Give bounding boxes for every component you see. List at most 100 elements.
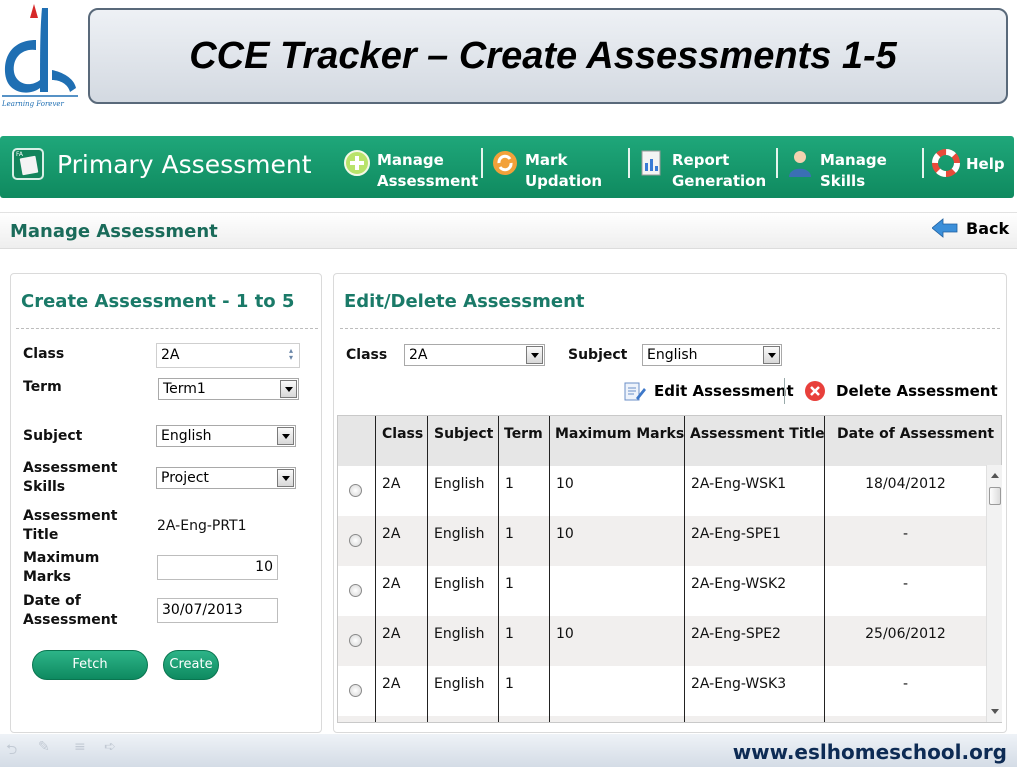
nav-label: Report Generation [672,151,767,190]
next-slide-icon[interactable]: ➪ [104,739,116,755]
chevron-down-icon[interactable] [277,469,294,487]
delete-assessment-button[interactable]: Delete Assessment [804,380,998,402]
footer-url[interactable]: www.eslhomeschool.org [733,740,1007,764]
chevron-down-icon[interactable] [526,346,543,364]
plus-circle-icon [344,150,370,176]
nav-report-generation[interactable]: Report Generation [638,150,767,192]
assessment-skills-select[interactable]: Project [156,467,296,489]
fetch-assessment-button[interactable]: Fetch Assessment [32,650,148,700]
back-button[interactable]: Back [932,218,1009,238]
maximum-marks-label: Maximum Marks [23,550,100,585]
table-row[interactable]: 2A English 1 2A-Eng-WSK2 - [338,566,987,616]
date-of-assessment-input[interactable]: 30/07/2013 [157,598,278,623]
filter-class-value: 2A [409,347,428,363]
col-term[interactable]: Term [504,426,543,442]
filter-class-label: Class [346,347,388,363]
table-header: Class Subject Term Maximum Marks Assessm… [338,416,1001,466]
cell-term: 1 [505,526,514,542]
row-select-radio[interactable] [349,584,362,597]
cell-subject: English [434,676,485,692]
app-logo-icon: FA [12,148,44,180]
create-button[interactable]: Create [163,650,219,680]
table-row[interactable]: 2A English 1 10 2A-Eng-SPE1 - [338,516,987,566]
cell-max-marks: 10 [556,476,574,492]
nav-manage-skills[interactable]: Manage Skills [786,151,887,192]
report-icon [641,150,661,176]
prev-slide-icon[interactable]: ⮌ [6,739,17,763]
maximum-marks-input[interactable]: 10 [157,555,278,580]
back-arrow-icon [932,218,958,238]
row-select-radio[interactable] [349,684,362,697]
cell-max-marks: 10 [556,626,574,642]
spinner-icon: ▴ ▾ [288,346,293,362]
page-title: Manage Assessment [10,221,218,242]
slide-title: CCE Tracker – Create Assessments 1-5 [189,34,897,77]
nav-divider [481,148,483,178]
scroll-up-icon[interactable] [991,473,999,478]
subject-label: Subject [23,428,83,444]
term-select-value: Term1 [163,381,206,397]
cell-assessment-title: 2A-Eng-SPE2 [691,626,781,642]
filter-subject-select[interactable]: English [642,344,782,366]
nav-divider [922,148,924,178]
chevron-down-icon[interactable] [277,427,294,445]
cell-term: 1 [505,476,514,492]
refresh-icon [493,151,517,175]
edit-icon [624,382,646,401]
col-class[interactable]: Class [382,426,423,442]
cell-class: 2A [382,626,401,642]
nav-manage-assessment[interactable]: Manage Assessment [343,150,478,192]
chevron-down-icon[interactable] [280,380,297,398]
chevron-down-icon[interactable] [763,346,780,364]
skills-select-value: Project [161,470,209,486]
class-select[interactable]: 2A ▴ ▾ [156,343,300,368]
assessment-title-label: Assessment Title [23,508,118,543]
col-subject[interactable]: Subject [434,426,493,442]
date-of-assessment-label: Date of Assessment [23,593,118,628]
filter-class-select[interactable]: 2A [404,344,545,366]
cell-max-marks: 10 [556,526,574,542]
cell-date: - [902,526,909,542]
row-select-radio[interactable] [349,634,362,647]
edit-assessment-label: Edit Assessment [654,382,794,400]
cell-subject: English [434,626,485,642]
table-row[interactable]: 2A English 1 2A-Eng-WSK3 - [338,666,987,716]
edit-assessment-button[interactable]: Edit Assessment [624,380,794,402]
assessment-skills-label: Assessment Skills [23,460,118,495]
scroll-thumb[interactable] [989,487,1001,505]
pen-icon[interactable]: ✎ [38,739,50,755]
column-divider [498,416,499,722]
cell-assessment-title: 2A-Eng-WSK3 [691,676,787,692]
nav-label: Manage Skills [820,151,887,190]
cell-date: - [902,576,909,592]
column-divider [824,416,825,722]
scroll-down-icon[interactable] [991,709,999,714]
col-maximum-marks[interactable]: Maximum Marks [555,426,684,442]
subject-select[interactable]: English [156,425,296,447]
row-select-radio[interactable] [349,534,362,547]
cell-term: 1 [505,626,514,642]
column-divider [684,416,685,722]
row-select-radio[interactable] [349,484,362,497]
cell-class: 2A [382,576,401,592]
nav-label: Help [966,155,1005,173]
table-vertical-scrollbar[interactable] [986,465,1002,722]
term-label: Term [23,379,62,395]
column-divider [549,416,550,722]
nav-mark-updation[interactable]: Mark Updation [491,151,602,192]
col-date-of-assessment[interactable]: Date of Assessment [837,426,994,442]
term-select[interactable]: Term1 [158,378,299,400]
assessment-table: Class Subject Term Maximum Marks Assessm… [337,415,1002,723]
cell-assessment-title: 2A-Eng-SPE1 [691,526,781,542]
menu-icon[interactable]: ≡ [74,739,86,755]
cell-term: 1 [505,676,514,692]
table-row[interactable]: 2A English 1 10 2A-Eng-WSK1 18/04/2012 [338,466,987,516]
user-icon [789,151,811,177]
divider [340,328,1000,329]
nav-help[interactable]: Help [932,149,1005,177]
table-row[interactable]: 2A English 1 10 2A-Eng-SPE2 25/06/2012 [338,616,987,666]
cell-date: 18/04/2012 [865,476,946,492]
filter-subject-value: English [647,347,698,363]
school-logo [2,4,78,97]
col-assessment-title[interactable]: Assessment Title [690,426,825,442]
